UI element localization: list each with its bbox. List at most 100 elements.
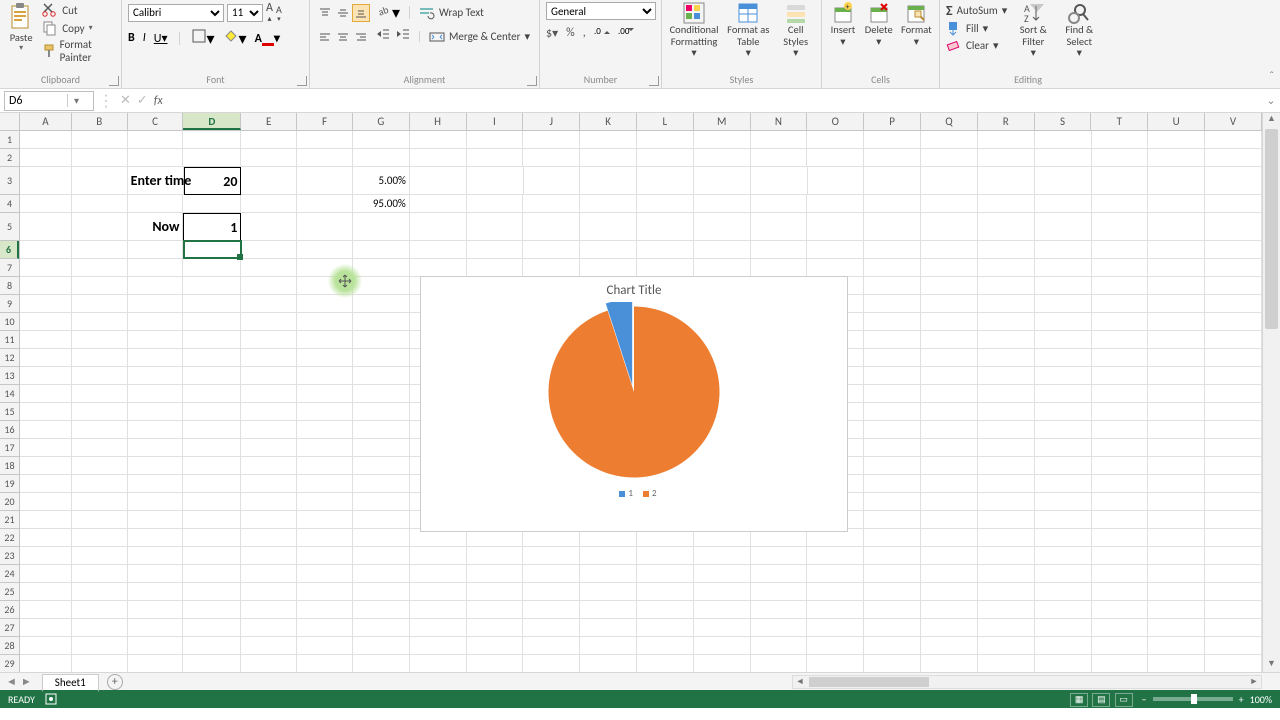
comma-format-button[interactable]: , (583, 26, 586, 40)
cell-T22[interactable] (1092, 529, 1149, 547)
increase-decimal-button[interactable]: .0 (594, 24, 610, 42)
row-header-8[interactable]: 8 (0, 277, 19, 295)
cell-M5[interactable] (694, 213, 751, 241)
cell-V5[interactable] (1205, 213, 1262, 241)
cell-C7[interactable] (128, 259, 184, 277)
cell-P6[interactable] (864, 241, 921, 259)
cell-G20[interactable] (353, 493, 410, 511)
cell-P16[interactable] (864, 421, 921, 439)
cell-O27[interactable] (807, 619, 864, 637)
fill-button[interactable]: Fill▾ (946, 20, 1007, 36)
cell-S6[interactable] (1035, 241, 1092, 259)
cell-I3[interactable] (467, 167, 524, 195)
delete-cells-button[interactable]: Delete▾ (864, 2, 894, 47)
cell-B11[interactable] (72, 331, 128, 349)
cell-Q21[interactable] (921, 511, 978, 529)
number-format-combo[interactable]: General (546, 2, 656, 20)
cell-N25[interactable] (751, 583, 808, 601)
cell-O3[interactable] (808, 167, 865, 195)
column-header-T[interactable]: T (1091, 113, 1148, 130)
cell-F25[interactable] (297, 583, 353, 601)
cell-V10[interactable] (1205, 313, 1262, 331)
cell-L1[interactable] (637, 131, 694, 149)
cell-T6[interactable] (1092, 241, 1149, 259)
zoom-in-button[interactable]: + (1239, 693, 1244, 706)
cell-S19[interactable] (1035, 475, 1092, 493)
cell-D13[interactable] (183, 367, 241, 385)
cell-K26[interactable] (580, 601, 637, 619)
cell-E17[interactable] (241, 439, 297, 457)
cell-Q27[interactable] (921, 619, 978, 637)
row-headers[interactable]: 1234567891011121314151617181920212223242… (0, 131, 20, 672)
cell-C9[interactable] (128, 295, 184, 313)
cell-M23[interactable] (694, 547, 751, 565)
cell-V23[interactable] (1205, 547, 1262, 565)
cell-R20[interactable] (978, 493, 1035, 511)
column-header-C[interactable]: C (128, 113, 184, 130)
cell-D6[interactable] (183, 241, 241, 259)
formula-input[interactable] (173, 91, 1262, 111)
cell-I24[interactable] (467, 565, 524, 583)
cell-O1[interactable] (807, 131, 864, 149)
cell-V9[interactable] (1205, 295, 1262, 313)
format-cells-button[interactable]: Format▾ (900, 2, 933, 47)
column-header-E[interactable]: E (241, 113, 297, 130)
cell-S1[interactable] (1035, 131, 1092, 149)
find-select-button[interactable]: Find & Select▾ (1059, 2, 1099, 59)
column-header-O[interactable]: O (807, 113, 864, 130)
cell-U17[interactable] (1148, 439, 1205, 457)
cell-N23[interactable] (751, 547, 808, 565)
cell-S14[interactable] (1035, 385, 1092, 403)
cell-T13[interactable] (1092, 367, 1149, 385)
cell-R3[interactable] (978, 167, 1035, 195)
cell-B21[interactable] (72, 511, 128, 529)
cell-T27[interactable] (1092, 619, 1149, 637)
cell-T10[interactable] (1092, 313, 1149, 331)
cell-F14[interactable] (297, 385, 353, 403)
cell-I2[interactable] (467, 149, 524, 167)
cell-Q18[interactable] (921, 457, 978, 475)
cut-button[interactable]: Cut (42, 2, 115, 18)
row-header-5[interactable]: 5 (0, 213, 19, 241)
cell-S21[interactable] (1035, 511, 1092, 529)
row-header-9[interactable]: 9 (0, 295, 19, 313)
insert-cells-button[interactable]: + Insert▾ (828, 2, 858, 47)
cell-J24[interactable] (523, 565, 580, 583)
cell-T23[interactable] (1092, 547, 1149, 565)
cell-C15[interactable] (128, 403, 184, 421)
conditional-formatting-button[interactable]: Conditional Formatting▾ (668, 2, 720, 59)
decrease-indent-button[interactable] (376, 27, 390, 46)
vertical-scrollbar[interactable]: ▲ ▼ (1262, 113, 1280, 672)
row-header-26[interactable]: 26 (0, 601, 19, 619)
cell-A5[interactable] (20, 213, 72, 241)
cell-H25[interactable] (410, 583, 467, 601)
cell-F28[interactable] (297, 637, 353, 655)
cell-T26[interactable] (1092, 601, 1149, 619)
cell-M24[interactable] (694, 565, 751, 583)
merge-center-button[interactable]: Merge & Center▾ (429, 29, 530, 45)
new-sheet-button[interactable]: + (107, 674, 123, 690)
cell-C1[interactable] (128, 131, 184, 149)
cell-P23[interactable] (864, 547, 921, 565)
cell-P21[interactable] (864, 511, 921, 529)
cell-E21[interactable] (241, 511, 297, 529)
cell-V3[interactable] (1205, 167, 1262, 195)
cell-Q16[interactable] (921, 421, 978, 439)
row-header-16[interactable]: 16 (0, 421, 19, 439)
cell-S4[interactable] (1035, 195, 1092, 213)
cell-Q15[interactable] (921, 403, 978, 421)
paste-button[interactable]: Paste ▾ (6, 2, 36, 52)
cell-P10[interactable] (864, 313, 921, 331)
cell-T18[interactable] (1092, 457, 1149, 475)
cell-C12[interactable] (128, 349, 184, 367)
cell-D25[interactable] (183, 583, 241, 601)
cell-H26[interactable] (410, 601, 467, 619)
cell-E18[interactable] (241, 457, 297, 475)
cell-J29[interactable] (523, 655, 580, 672)
cell-F3[interactable] (297, 167, 353, 195)
cell-U14[interactable] (1148, 385, 1205, 403)
cell-G11[interactable] (353, 331, 410, 349)
cell-D10[interactable] (183, 313, 241, 331)
column-header-J[interactable]: J (523, 113, 580, 130)
cell-Q4[interactable] (921, 195, 978, 213)
